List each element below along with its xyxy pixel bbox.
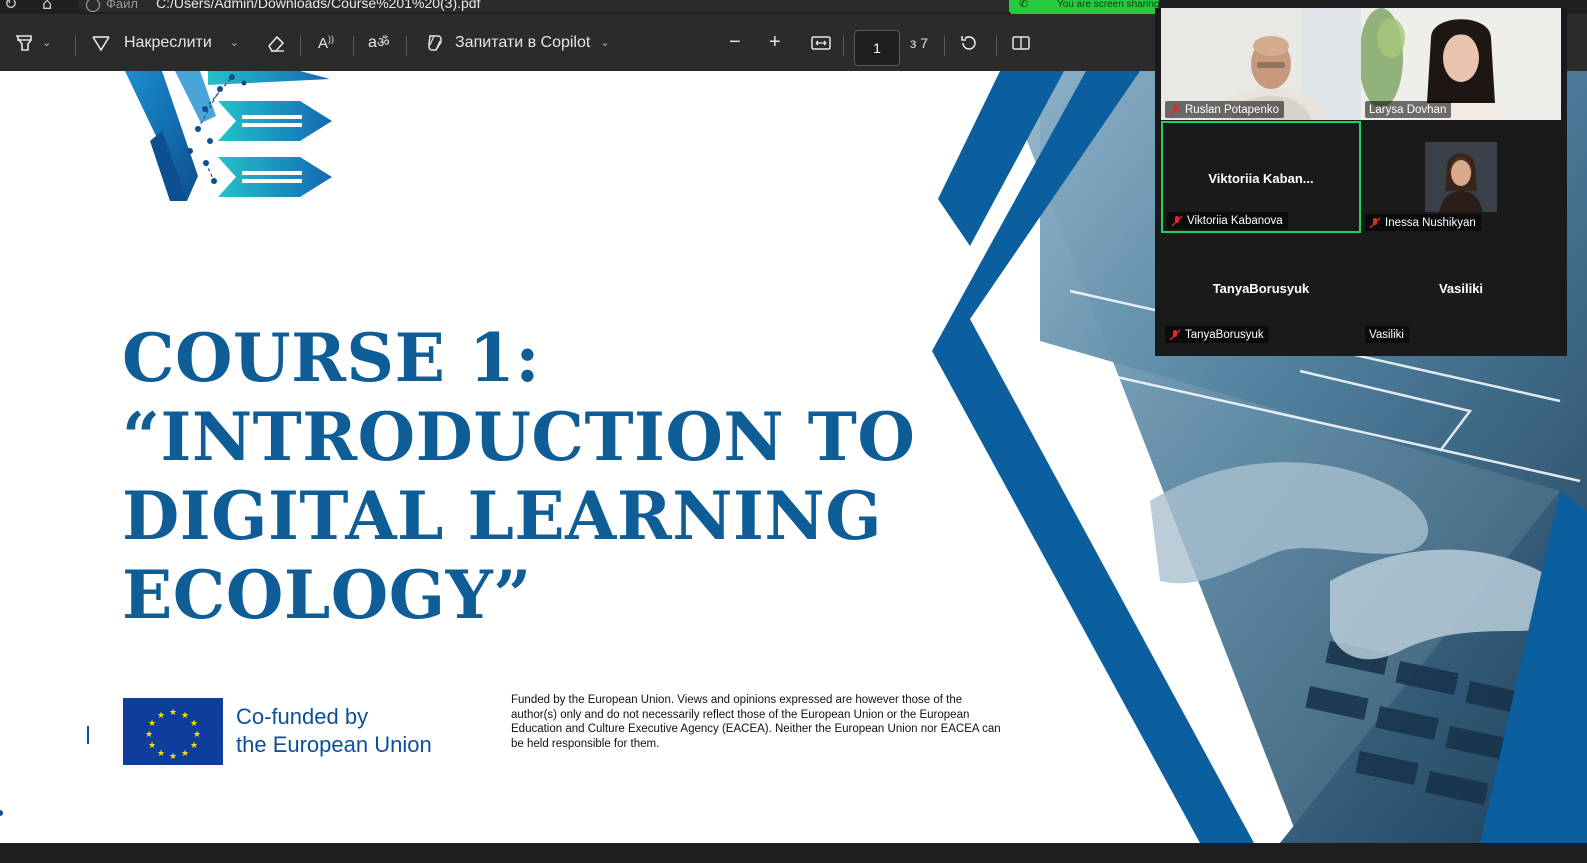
participant-name: Ruslan Potapenko — [1185, 103, 1279, 116]
svg-text:★: ★ — [157, 749, 165, 759]
page-total-label: з 7 — [910, 34, 929, 51]
chevron-down-icon[interactable]: ⌄ — [600, 36, 609, 49]
page-view-button[interactable] — [1010, 14, 1032, 71]
page-mark — [0, 810, 3, 816]
svg-text:★: ★ — [145, 730, 153, 740]
svg-text:★: ★ — [181, 749, 189, 759]
svg-text:★: ★ — [190, 719, 198, 729]
copilot-label: Запитати в Copilot — [455, 33, 591, 51]
highlight-button[interactable]: ⌄ — [14, 14, 51, 71]
divider — [944, 36, 945, 56]
svg-text:★: ★ — [157, 711, 165, 721]
divider — [300, 36, 301, 56]
participant-name-tag: Vasiliki — [1365, 326, 1409, 343]
title-line-2: “INTRODUCTION TO — [122, 398, 916, 476]
divider — [353, 36, 354, 56]
address-url[interactable]: C:/Users/Admin/Downloads/Course%201%20(3… — [156, 0, 480, 11]
participant-display-name: Viktoriia Kaban... — [1208, 171, 1314, 186]
participant-name: Larysa Dovhan — [1369, 103, 1447, 116]
svg-text:★: ★ — [169, 752, 177, 762]
page-view-icon — [1012, 35, 1030, 50]
translate-icon: aॐ — [368, 34, 390, 51]
draw-icon — [92, 35, 110, 52]
chevron-down-icon[interactable]: ⌄ — [42, 36, 51, 49]
svg-text:★: ★ — [181, 711, 189, 721]
participant-name-tag: Ruslan Potapenko — [1165, 101, 1284, 118]
svg-text:★: ★ — [169, 708, 177, 718]
minus-icon: − — [729, 31, 741, 53]
copilot-icon — [428, 34, 442, 51]
participant-tile[interactable]: TanyaBorusyuk TanyaBorusyuk — [1161, 233, 1361, 345]
fit-width-button[interactable] — [810, 14, 832, 71]
mic-muted-icon — [1169, 328, 1181, 341]
eu-line-1: Co-funded by — [236, 704, 369, 729]
plus-icon: + — [769, 31, 781, 53]
read-aloud-icon: A)) — [318, 33, 335, 52]
participant-name: Inessa Nushikyan — [1385, 216, 1476, 229]
participant-name-tag: Viktoriia Kabanova — [1167, 212, 1288, 229]
svg-text:★: ★ — [148, 719, 156, 729]
participant-tile[interactable]: Vasiliki Vasiliki — [1361, 233, 1561, 345]
eraser-icon — [268, 35, 285, 52]
refresh-icon[interactable]: ↻ — [4, 0, 17, 13]
participant-tile[interactable]: Larysa Dovhan — [1361, 8, 1561, 120]
svg-text:★: ★ — [148, 741, 156, 751]
course-title: COURSE 1: “INTRODUCTION TO DIGITAL LEARN… — [122, 319, 916, 635]
funding-disclaimer: Funded by the European Union. Views and … — [511, 694, 1001, 751]
mic-muted-icon — [1171, 214, 1183, 227]
phone-icon: ✆ — [1019, 0, 1029, 10]
eu-line-2: the European Union — [236, 732, 432, 757]
participant-name: Vasiliki — [1369, 328, 1404, 341]
eraser-button[interactable] — [265, 14, 287, 71]
info-icon[interactable] — [86, 0, 100, 12]
rotate-button[interactable] — [958, 14, 980, 71]
divider — [406, 36, 407, 56]
participant-name: TanyaBorusyuk — [1185, 328, 1264, 341]
mic-muted-icon — [1169, 103, 1181, 116]
title-line-3: DIGITAL LEARNING — [122, 477, 883, 555]
divider — [75, 36, 76, 56]
zoom-out-button[interactable]: − — [729, 14, 741, 71]
read-aloud-button[interactable]: A)) — [318, 14, 334, 71]
project-logo — [125, 71, 332, 201]
eu-flag-icon: ★ ★ ★ ★ ★ ★ ★ ★ ★ ★ ★ ★ — [123, 698, 223, 765]
address-bar[interactable]: Файл C:/Users/Admin/Downloads/Course%201… — [78, 0, 1138, 12]
home-icon[interactable]: ⌂ — [42, 0, 52, 13]
participant-name-tag: Larysa Dovhan — [1365, 101, 1452, 118]
divider — [87, 726, 89, 744]
draw-button[interactable]: Накреслити ⌄ — [90, 14, 239, 71]
participant-name: Viktoriia Kabanova — [1187, 214, 1283, 227]
rotate-icon — [961, 35, 976, 50]
copilot-button[interactable]: Запитати в Copilot ⌄ — [424, 14, 610, 71]
participant-tile[interactable]: Ruslan Potapenko — [1161, 8, 1361, 120]
highlighter-icon — [15, 34, 32, 51]
translate-button[interactable]: aॐ — [368, 14, 390, 71]
participant-display-name: TanyaBorusyuk — [1212, 281, 1310, 296]
participant-tile[interactable]: Inessa Nushikyan — [1361, 121, 1561, 233]
screen-share-text: You are screen sharing — [1057, 0, 1159, 10]
title-line-1: COURSE 1: — [122, 319, 541, 397]
title-line-4: ECOLOGY” — [122, 556, 532, 634]
divider — [996, 36, 997, 56]
participant-name-tag: Inessa Nushikyan — [1365, 214, 1481, 231]
svg-text:★: ★ — [193, 730, 201, 740]
svg-text:★: ★ — [190, 741, 198, 751]
mic-muted-icon — [1369, 216, 1381, 229]
bottom-bar — [0, 843, 1587, 863]
file-scheme-label: Файл — [106, 0, 138, 11]
eu-cofunded-text: Co-funded by the European Union — [236, 703, 432, 759]
participant-display-name: Vasiliki — [1438, 281, 1484, 296]
fit-width-icon — [811, 35, 831, 50]
page-number-input[interactable]: 1 — [854, 30, 900, 66]
participant-tile-active-speaker[interactable]: Viktoriia Kaban... Viktoriia Kabanova — [1161, 121, 1361, 233]
divider — [843, 36, 844, 56]
video-gallery[interactable]: Ruslan Potapenko Larysa Dovhan Viktoriia… — [1155, 8, 1567, 356]
screen: ↻ ⌂ Файл C:/Users/Admin/Downloads/Course… — [0, 0, 1587, 863]
chevron-down-icon[interactable]: ⌄ — [230, 36, 239, 49]
screen-share-banner[interactable]: ✆ You are screen sharing — [1009, 0, 1159, 14]
draw-label: Накреслити — [124, 33, 212, 51]
zoom-in-button[interactable]: + — [769, 14, 781, 71]
participant-name-tag: TanyaBorusyuk — [1165, 326, 1269, 343]
